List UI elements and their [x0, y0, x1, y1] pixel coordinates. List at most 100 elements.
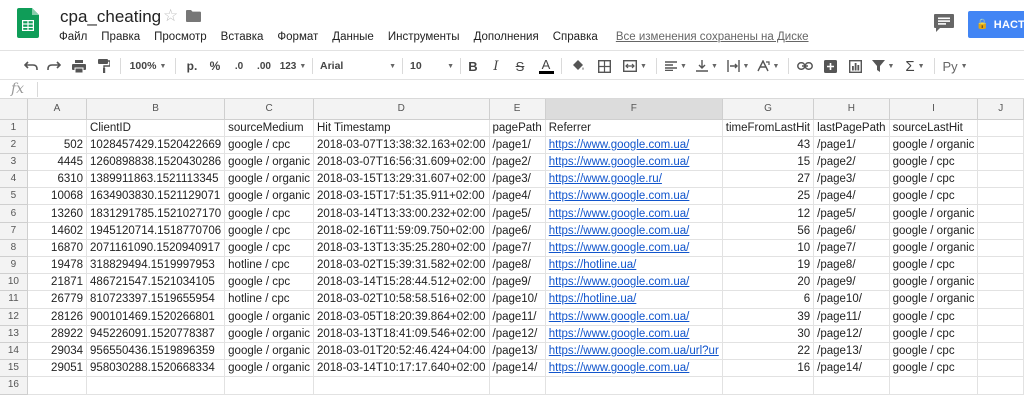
grid-cell[interactable]: 945226091.1520778387	[86, 325, 226, 343]
column-header-h[interactable]: H	[813, 99, 890, 120]
menu-data[interactable]: Данные	[325, 30, 381, 44]
grid-cell[interactable]: google / cpc	[889, 325, 979, 343]
grid-cell[interactable]: https://www.google.com.ua/	[545, 187, 723, 206]
grid-cell[interactable]: https://www.google.com.ua/	[545, 222, 723, 240]
grid-cell[interactable]: 1634903830.1521129071	[86, 187, 226, 206]
font-size-select[interactable]: 10 ▼	[410, 57, 454, 75]
grid-cell[interactable]	[977, 290, 1024, 309]
menu-format[interactable]: Формат	[270, 30, 325, 44]
row-header[interactable]: 16	[0, 376, 28, 395]
grid-cell[interactable]: 2018-03-14T10:17:17.640+02:00	[313, 359, 490, 378]
grid-cell[interactable]: 502	[27, 136, 88, 154]
grid-cell[interactable]	[977, 239, 1024, 258]
row-header[interactable]: 3	[0, 153, 28, 172]
grid-cell[interactable]: /page1/	[489, 136, 546, 154]
grid-cell[interactable]: /page7/	[813, 239, 890, 258]
grid-cell[interactable]: google / cpc	[224, 204, 314, 223]
grid-cell[interactable]	[977, 273, 1024, 292]
grid-cell[interactable]: https://hotline.ua/	[545, 256, 723, 275]
grid-cell[interactable]: 6	[722, 290, 815, 309]
menu-help[interactable]: Справка	[546, 30, 605, 44]
grid-cell[interactable]: 2018-03-14T13:33:00.232+02:00	[313, 204, 490, 223]
grid-cell[interactable]: /page2/	[813, 153, 890, 172]
grid-cell[interactable]: 43	[722, 136, 815, 154]
italic-button[interactable]: I	[488, 57, 504, 75]
document-title[interactable]: cpa_cheating	[60, 7, 161, 27]
grid-cell[interactable]: /page14/	[489, 359, 546, 378]
grid-cell[interactable]: 10	[722, 239, 815, 258]
grid-cell[interactable]	[545, 376, 723, 395]
insert-comment-icon[interactable]	[821, 57, 839, 75]
grid-cell[interactable]: /page3/	[489, 170, 546, 189]
grid-cell[interactable]: 29034	[27, 342, 88, 361]
paint-format-icon[interactable]	[95, 57, 113, 75]
grid-cell[interactable]: google / organic	[224, 153, 314, 172]
grid-cell[interactable]: /page8/	[813, 256, 890, 275]
grid-cell[interactable]: /page11/	[489, 308, 546, 326]
grid-cell[interactable]	[977, 222, 1024, 240]
grid-cell[interactable]: google / organic	[224, 325, 314, 343]
grid-cell[interactable]: /page8/	[489, 256, 546, 275]
grid-cell[interactable]: 2018-03-13T18:41:09.546+02:00	[313, 325, 490, 343]
grid-cell[interactable]: 28126	[27, 308, 88, 326]
grid-cell[interactable]: https://hotline.ua/	[545, 290, 723, 309]
grid-cell[interactable]: https://www.google.com.ua/	[545, 325, 723, 343]
grid-cell[interactable]: 15	[722, 153, 815, 172]
grid-cell[interactable]: pagePath	[489, 119, 546, 137]
grid-cell[interactable]: 956550436.1519896359	[86, 342, 226, 361]
text-wrap-icon[interactable]: ▼	[725, 57, 751, 75]
grid-cell[interactable]	[27, 119, 88, 137]
grid-cell[interactable]: 2018-03-07T13:38:32.163+02:00	[313, 136, 490, 154]
grid-cell[interactable]: 1389911863.1521113345	[86, 170, 226, 189]
text-rotation-icon[interactable]: ▼	[755, 57, 781, 75]
zoom-select[interactable]: 100% ▼	[128, 57, 168, 75]
grid-cell[interactable]: sourceLastHit	[889, 119, 979, 137]
grid-cell[interactable]: 12	[722, 204, 815, 223]
comments-icon[interactable]	[934, 14, 954, 32]
borders-icon[interactable]	[595, 57, 613, 75]
grid-cell[interactable]	[977, 308, 1024, 326]
grid-cell[interactable]	[224, 376, 314, 395]
grid-cell[interactable]: 2018-03-05T18:20:39.864+02:00	[313, 308, 490, 326]
column-header-b[interactable]: B	[86, 99, 226, 120]
currency-format-button[interactable]: р.	[183, 57, 201, 75]
more-formats-select[interactable]: 123 ▼	[279, 57, 307, 75]
column-header-i[interactable]: I	[889, 99, 979, 120]
row-header[interactable]: 15	[0, 359, 28, 378]
grid-cell[interactable]	[86, 376, 226, 395]
grid-cell[interactable]: 2018-02-16T11:59:09.750+02:00	[313, 222, 490, 240]
row-header[interactable]: 12	[0, 308, 28, 326]
grid-cell[interactable]: 810723397.1519655954	[86, 290, 226, 309]
filter-icon[interactable]: ▼	[870, 57, 896, 75]
grid-cell[interactable]: /page2/	[489, 153, 546, 172]
fill-color-icon[interactable]	[569, 57, 587, 75]
grid-cell[interactable]	[889, 376, 979, 395]
grid-cell[interactable]: google / cpc	[889, 256, 979, 275]
grid-cell[interactable]: 16870	[27, 239, 88, 258]
grid-cell[interactable]	[977, 136, 1024, 154]
grid-cell[interactable]: 28922	[27, 325, 88, 343]
grid-cell[interactable]: 2018-03-02T15:39:31.582+02:00	[313, 256, 490, 275]
grid-cell[interactable]: 22	[722, 342, 815, 361]
column-header-e[interactable]: E	[489, 99, 546, 120]
folder-icon[interactable]	[186, 10, 201, 22]
text-color-button[interactable]: A	[537, 57, 555, 75]
grid-cell[interactable]	[977, 256, 1024, 275]
grid-cell[interactable]: 30	[722, 325, 815, 343]
grid-cell[interactable]: 29051	[27, 359, 88, 378]
grid-cell[interactable]	[977, 342, 1024, 361]
insert-link-icon[interactable]	[795, 57, 815, 75]
saved-status-link[interactable]: Все изменения сохранены на Диске	[616, 30, 809, 44]
grid-cell[interactable]: google / organic	[889, 239, 979, 258]
grid-cell[interactable]: 21871	[27, 273, 88, 292]
grid-cell[interactable]	[977, 187, 1024, 206]
row-header[interactable]: 14	[0, 342, 28, 361]
grid-cell[interactable]: google / organic	[889, 290, 979, 309]
input-tools-select[interactable]: Ру ▼	[940, 57, 970, 75]
grid-cell[interactable]: https://www.google.com.ua/	[545, 204, 723, 223]
grid-cell[interactable]	[813, 376, 890, 395]
grid-cell[interactable]: 4445	[27, 153, 88, 172]
grid-cell[interactable]: /page12/	[813, 325, 890, 343]
grid-cell[interactable]: /page4/	[489, 187, 546, 206]
grid-cell[interactable]	[977, 325, 1024, 343]
